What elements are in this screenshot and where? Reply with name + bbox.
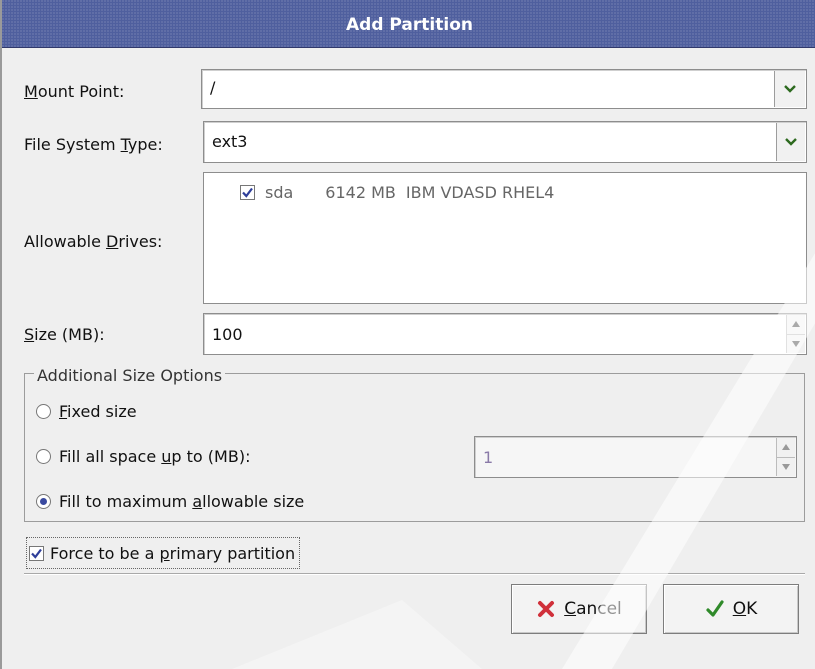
size-spinner[interactable] xyxy=(786,315,805,353)
fill-up-to-label: Fill all space up to (MB): xyxy=(59,447,251,466)
cancel-button[interactable]: Cancel xyxy=(511,584,647,634)
button-separator xyxy=(24,573,805,575)
fs-type-select[interactable]: ext3 xyxy=(203,121,807,163)
mount-point-dropdown-button[interactable] xyxy=(774,71,805,107)
dialog-title: Add Partition xyxy=(346,15,473,35)
fill-up-to-value: 1 xyxy=(483,448,494,467)
fill-up-to-decrement-button[interactable] xyxy=(777,457,795,476)
list-item[interactable]: sda 6142 MB IBM VDASD RHEL4 xyxy=(240,183,554,202)
fs-type-value: ext3 xyxy=(212,132,248,151)
size-label: Size (MB): xyxy=(24,325,105,344)
radio-selected-dot xyxy=(40,498,47,505)
drive-name: sda xyxy=(265,183,294,202)
add-partition-dialog: Add Partition Mount Point: / File System… xyxy=(0,0,815,669)
fill-max-radio[interactable]: Fill to maximum allowable size xyxy=(36,492,304,511)
size-value: 100 xyxy=(212,325,243,344)
fill-up-to-spinbox[interactable]: 1 xyxy=(474,436,797,478)
dialog-titlebar[interactable]: Add Partition xyxy=(2,0,815,48)
mount-point-combo[interactable]: / xyxy=(201,69,807,109)
cross-icon xyxy=(536,599,556,619)
radio-button[interactable] xyxy=(36,449,51,464)
size-increment-button[interactable] xyxy=(787,315,805,335)
force-primary-checkbox[interactable] xyxy=(29,545,44,561)
chevron-down-icon xyxy=(784,85,796,93)
radio-button[interactable] xyxy=(36,404,51,419)
size-options-legend: Additional Size Options xyxy=(34,366,226,385)
size-decrement-button[interactable] xyxy=(787,334,805,353)
force-primary-label: Force to be a primary partition xyxy=(50,543,296,563)
arrow-up-icon xyxy=(792,321,800,328)
drive-model: IBM VDASD RHEL4 xyxy=(405,183,555,202)
fs-type-dropdown-button[interactable] xyxy=(776,123,805,161)
drives-label: Allowable Drives: xyxy=(24,232,163,251)
cancel-button-label: Cancel xyxy=(564,599,622,619)
fixed-size-label: Fixed size xyxy=(59,402,137,421)
force-primary-checkbox-row[interactable]: Force to be a primary partition xyxy=(26,537,301,569)
arrow-up-icon xyxy=(782,444,790,451)
chevron-down-icon xyxy=(785,138,797,146)
ok-button[interactable]: OK xyxy=(663,584,799,634)
check-icon xyxy=(705,599,725,619)
drive-checkbox[interactable] xyxy=(240,185,255,200)
mount-point-value: / xyxy=(210,78,216,97)
fill-max-label: Fill to maximum allowable size xyxy=(59,492,305,511)
fixed-size-radio[interactable]: Fixed size xyxy=(36,402,137,421)
arrow-down-icon xyxy=(792,340,800,347)
fill-up-to-increment-button[interactable] xyxy=(777,438,795,458)
fill-up-to-radio[interactable]: Fill all space up to (MB): xyxy=(36,447,250,466)
drives-list[interactable]: sda 6142 MB IBM VDASD RHEL4 xyxy=(203,172,807,304)
drive-size: 6142 MB xyxy=(325,183,396,202)
check-icon xyxy=(31,548,42,559)
ok-button-label: OK xyxy=(732,599,758,619)
fs-type-label: File System Type: xyxy=(24,135,163,154)
arrow-down-icon xyxy=(782,463,790,470)
size-spinbox[interactable]: 100 xyxy=(203,313,807,355)
radio-button[interactable] xyxy=(36,494,51,509)
mount-point-label: Mount Point: xyxy=(24,82,125,101)
check-icon xyxy=(242,187,253,198)
fill-up-to-spinner[interactable] xyxy=(776,438,795,476)
